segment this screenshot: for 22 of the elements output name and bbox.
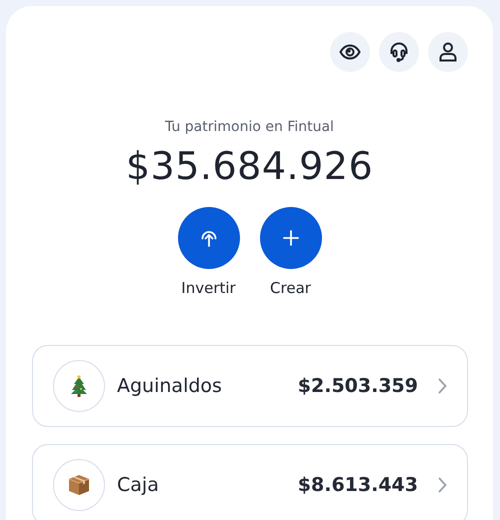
goal-card[interactable]: Aguinaldos $2.503.359 <box>32 345 468 427</box>
chevron-right-icon <box>438 378 447 394</box>
profile-button[interactable] <box>428 32 468 72</box>
eye-icon <box>339 44 361 60</box>
cardboard-box-icon <box>68 474 90 496</box>
visibility-button[interactable] <box>330 32 370 72</box>
chevron-right-icon <box>438 477 447 493</box>
goal-amount: $2.503.359 <box>298 375 418 397</box>
christmas-tree-icon <box>70 375 88 397</box>
headset-icon <box>389 41 409 63</box>
action-label: Crear <box>270 279 311 297</box>
support-button[interactable] <box>379 32 419 72</box>
goal-name: Caja <box>117 474 160 496</box>
balance-label: Tu patrimonio en Fintual <box>164 119 335 135</box>
balance-amount: $35.684.926 <box>124 144 374 188</box>
goal-amount: $8.613.443 <box>298 474 418 496</box>
plus-icon <box>282 230 298 246</box>
goal-card[interactable]: Caja $8.613.443 <box>32 444 468 520</box>
upload-arrow-icon <box>200 228 218 248</box>
goal-name: Aguinaldos <box>117 375 223 397</box>
user-icon <box>439 42 457 62</box>
action-label: Invertir <box>181 279 236 297</box>
